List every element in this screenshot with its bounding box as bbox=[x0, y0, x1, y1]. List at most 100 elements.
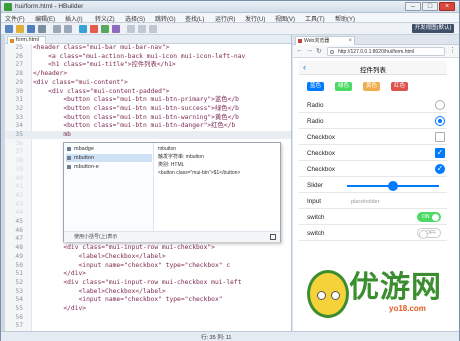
code-line[interactable]: 26 <a class="mui-action-back mui-icon mu… bbox=[5, 52, 291, 61]
color-button[interactable]: 黄色 bbox=[363, 82, 380, 91]
row-label: Checkbox bbox=[307, 150, 336, 157]
more-icon[interactable]: ⋮ bbox=[449, 46, 456, 54]
code-line[interactable]: 49 <label>Checkbox</label> bbox=[5, 253, 291, 261]
code-line[interactable]: 31 <button class="mui-btn mui-btn-primar… bbox=[5, 96, 291, 104]
row-label: Checkbox bbox=[307, 166, 336, 173]
line-number: 37 bbox=[15, 148, 23, 156]
globe-icon bbox=[330, 50, 334, 54]
menu-item[interactable]: 选择(S) bbox=[125, 14, 145, 23]
undo-icon[interactable] bbox=[53, 25, 61, 33]
checkbox[interactable]: ✓ bbox=[435, 164, 445, 174]
checkbox[interactable] bbox=[435, 132, 445, 142]
menu-item[interactable]: 跳转(G) bbox=[155, 14, 176, 23]
toggle-switch[interactable]: ON bbox=[417, 212, 441, 222]
search-icon[interactable] bbox=[149, 25, 157, 33]
code-line[interactable]: 29 <div class="mui-content"> bbox=[5, 79, 291, 87]
code-line[interactable]: 52 <div class="mui-input-row mui-checkbo… bbox=[5, 279, 291, 287]
minimize-button[interactable]: – bbox=[405, 2, 421, 11]
refresh-icon[interactable]: ↻ bbox=[316, 47, 322, 55]
menu-item[interactable]: 插入(I) bbox=[65, 14, 83, 23]
code-line[interactable]: 56 bbox=[5, 314, 291, 322]
editor-tab-bar: form.html bbox=[5, 35, 291, 44]
browser-tab[interactable]: Web浏览器 × bbox=[295, 36, 355, 45]
code-line[interactable]: 35 mb bbox=[5, 131, 291, 139]
line-number: 27 bbox=[15, 61, 23, 69]
line-text: <div class="mui-input-row mui-checkbox"> bbox=[33, 244, 215, 252]
format-icon[interactable] bbox=[138, 25, 146, 33]
code-line[interactable]: 25 <header class="mui-bar mui-bar-nav"> bbox=[5, 44, 291, 52]
form-row: Checkbox bbox=[299, 130, 447, 145]
code-line[interactable]: 57 bbox=[5, 322, 291, 330]
code-line[interactable]: 28 </header> bbox=[5, 70, 291, 78]
code-line[interactable]: 51 </div> bbox=[5, 270, 291, 278]
menu-item[interactable]: 帮助(Y) bbox=[335, 14, 355, 23]
back-icon[interactable]: ← bbox=[296, 47, 303, 54]
color-button[interactable]: 红色 bbox=[391, 82, 408, 91]
line-number: 39 bbox=[15, 165, 23, 173]
maximize-button[interactable]: □ bbox=[422, 2, 438, 11]
menu-item[interactable]: 工具(T) bbox=[305, 14, 325, 23]
menu-item[interactable]: 视图(V) bbox=[275, 14, 295, 23]
color-button[interactable]: 绿色 bbox=[335, 82, 352, 91]
line-number: 34 bbox=[15, 122, 23, 130]
forward-icon[interactable]: → bbox=[306, 47, 313, 54]
line-number: 55 bbox=[15, 305, 23, 312]
line-text: </header> bbox=[33, 70, 68, 78]
autocomplete-doc: mbutton 触发字符串: mbutton 类别: HTML <button … bbox=[158, 145, 278, 177]
browser-icon[interactable] bbox=[101, 25, 109, 33]
save-icon[interactable] bbox=[27, 25, 35, 33]
line-number: 44 bbox=[15, 209, 23, 217]
row-label: Radio bbox=[307, 118, 324, 125]
url-input[interactable]: http://127.0.0.1:8020/hui/form.html bbox=[327, 47, 445, 56]
toggle-switch[interactable]: OFF bbox=[417, 228, 441, 239]
code-line[interactable]: 32 <button class="mui-btn mui-btn-succes… bbox=[5, 105, 291, 113]
code-line[interactable]: 53 <label>Checkbox</label> bbox=[5, 288, 291, 296]
save-all-icon[interactable] bbox=[38, 25, 46, 33]
close-icon[interactable]: × bbox=[348, 37, 352, 45]
autocomplete-item[interactable]: mbutton bbox=[66, 154, 152, 162]
code-line[interactable]: 27 <h1 class="mui-title">控件列表</h1> bbox=[5, 61, 291, 69]
row-label: Radio bbox=[307, 102, 324, 109]
radio-button[interactable] bbox=[435, 100, 445, 110]
code-line[interactable]: 30 <div class="mui-content-padded"> bbox=[5, 88, 291, 96]
menu-bar: 文件(F) 编辑(E) 插入(I) 转义(Z) 选择(S) 跳转(G) 查找(L) 运行(R)… bbox=[1, 13, 459, 23]
phone-icon[interactable] bbox=[112, 25, 120, 33]
comment-icon[interactable] bbox=[127, 25, 135, 33]
debug-icon[interactable] bbox=[90, 25, 98, 33]
code-line[interactable]: 55 </div> bbox=[5, 305, 291, 313]
footer-hint: 使用小括号(上)表示 bbox=[74, 234, 118, 240]
form-row: Radio bbox=[299, 98, 447, 113]
line-number: 54 bbox=[15, 296, 23, 304]
menu-item[interactable]: 转义(Z) bbox=[95, 14, 115, 23]
editor-tab[interactable]: form.html bbox=[7, 36, 46, 44]
menu-item[interactable]: 文件(F) bbox=[5, 14, 25, 23]
view-mode-button[interactable]: 开发视图(默认) bbox=[412, 24, 454, 33]
line-number: 26 bbox=[15, 52, 23, 60]
color-button[interactable]: 蓝色 bbox=[307, 82, 324, 91]
slider-thumb[interactable] bbox=[388, 181, 398, 191]
run-icon[interactable] bbox=[79, 25, 87, 33]
line-number: 43 bbox=[15, 200, 23, 208]
code-line[interactable]: 54 <input name="checkbox" type="checkbox… bbox=[5, 296, 291, 304]
menu-item[interactable]: 运行(R) bbox=[215, 14, 235, 23]
code-line[interactable]: 33 <button class="mui-btn mui-btn-warnin… bbox=[5, 114, 291, 122]
menu-item[interactable]: 查找(L) bbox=[185, 14, 204, 23]
open-folder-icon[interactable] bbox=[16, 25, 24, 33]
menu-item[interactable]: 编辑(E) bbox=[35, 14, 55, 23]
text-input[interactable]: placeholder bbox=[351, 199, 379, 205]
radio-button[interactable] bbox=[435, 116, 445, 126]
autocomplete-item[interactable]: mbutton-e bbox=[66, 163, 152, 171]
code-line[interactable]: 34 <button class="mui-btn mui-btn-danger… bbox=[5, 122, 291, 130]
redo-icon[interactable] bbox=[64, 25, 72, 33]
menu-item[interactable]: 发行(U) bbox=[245, 14, 265, 23]
checkbox[interactable]: ✓ bbox=[435, 148, 445, 158]
close-button[interactable]: × bbox=[439, 2, 455, 11]
new-file-icon[interactable] bbox=[5, 25, 13, 33]
code-editor[interactable]: form.html 25 <header class="mui-bar mui-b… bbox=[5, 35, 292, 331]
code-line[interactable]: 50 <input name="checkbox" type="checkbox… bbox=[5, 262, 291, 270]
code-line[interactable]: 48 <div class="mui-input-row mui-checkbo… bbox=[5, 244, 291, 252]
resize-icon[interactable] bbox=[270, 234, 276, 240]
line-number: 28 bbox=[15, 70, 23, 78]
line-number: 45 bbox=[15, 218, 23, 225]
autocomplete-item[interactable]: mbadge bbox=[66, 145, 152, 153]
